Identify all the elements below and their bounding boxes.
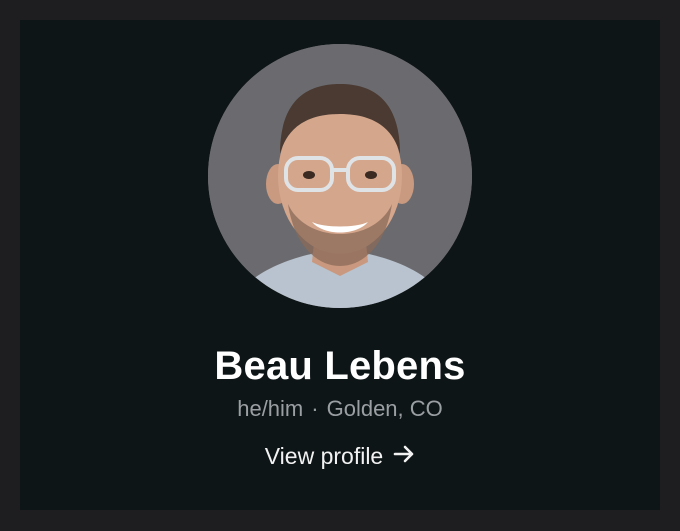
meta-separator: · (311, 396, 319, 421)
profile-meta: he/him · Golden, CO (20, 394, 660, 424)
avatar (208, 44, 472, 308)
profile-pronouns: he/him (237, 396, 304, 421)
view-profile-link[interactable]: View profile (20, 440, 660, 474)
avatar-photo-icon (208, 44, 472, 308)
page-frame: Beau Lebens he/him · Golden, CO View profi… (0, 0, 680, 531)
view-profile-label: View profile (264, 443, 384, 469)
profile-location: Golden, CO (326, 396, 443, 421)
profile-card: Beau Lebens he/him · Golden, CO View profi… (20, 20, 660, 510)
profile-name: Beau Lebens (214, 344, 466, 388)
arrow-right-icon (393, 440, 415, 472)
